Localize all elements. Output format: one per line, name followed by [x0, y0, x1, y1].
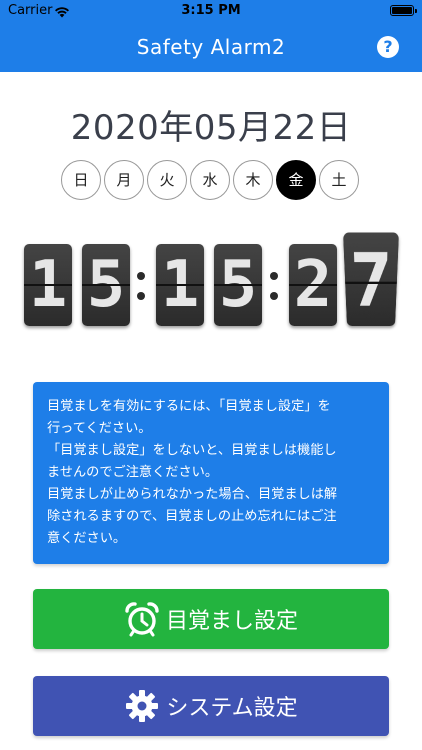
second-ones-digit: 7	[343, 232, 399, 326]
clock-separator	[137, 272, 145, 300]
current-date: 2020年05月22日	[70, 108, 352, 148]
alarm-notice: 目覚ましを有効にするには、「目覚まし設定」を 行ってください。 「目覚まし設定」…	[33, 382, 389, 564]
weekday-selector: 日 月 火 水 木 金 土	[61, 160, 361, 202]
battery-icon	[390, 5, 417, 16]
weekday-thu: 木	[233, 160, 273, 200]
notice-line: 「目覚まし設定」をしないと、目覚ましは機能し	[47, 443, 337, 458]
status-time: 3:15 PM	[181, 3, 241, 18]
second-tens-digit: 2	[289, 244, 337, 326]
hour-ones-digit: 5	[82, 244, 130, 326]
weekday-tue: 火	[147, 160, 187, 200]
weekday-mon: 月	[104, 160, 144, 200]
alarm-settings-button[interactable]: 目覚まし設定	[33, 589, 389, 649]
weekday-wed: 水	[190, 160, 230, 200]
hour-tens-digit: 1	[24, 244, 72, 326]
notice-line: ませんのでご注意ください。	[47, 465, 219, 480]
weekday-sat: 土	[319, 160, 359, 200]
flip-clock: 1 5 1 5 2 7	[0, 232, 422, 330]
notice-line: 目覚ましを有効にするには、「目覚まし設定」を	[47, 399, 331, 414]
alarm-clock-icon	[124, 601, 160, 637]
system-settings-label: システム設定	[166, 696, 298, 721]
minute-ones-digit: 5	[214, 244, 262, 326]
notice-line: 意ください。	[47, 531, 127, 546]
app-title: Safety Alarm2	[136, 35, 286, 59]
system-settings-button[interactable]: システム設定	[33, 676, 389, 736]
gear-icon	[124, 688, 160, 724]
nav-bar: Safety Alarm2 ?	[0, 22, 422, 72]
notice-line: 目覚ましが止められなかった場合、目覚ましは解	[47, 487, 338, 502]
minute-tens-digit: 1	[156, 244, 204, 326]
notice-line: 除されるますので、目覚ましの止め忘れにはご注	[47, 509, 337, 524]
notice-line: 行ってください。	[47, 421, 152, 436]
alarm-settings-label: 目覚まし設定	[165, 609, 298, 634]
weekday-fri: 金	[276, 160, 316, 200]
weekday-sun: 日	[61, 160, 101, 200]
clock-separator	[270, 272, 278, 300]
help-icon[interactable]: ?	[377, 36, 399, 58]
status-bar: Carrier 3:15 PM	[0, 0, 422, 22]
